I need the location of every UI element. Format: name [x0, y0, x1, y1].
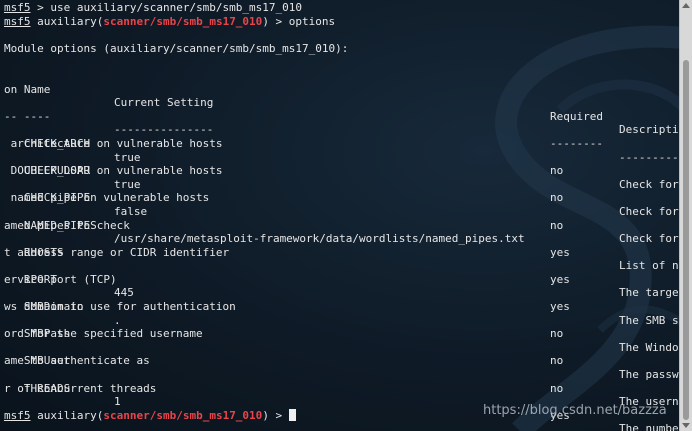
option-description-wrap: ame to authenticate as [4, 354, 150, 368]
option-description-wrap: named pipe on vulnerable hosts [4, 191, 210, 205]
options-command-text: > options [268, 14, 336, 28]
option-description-wrap: architecture on vulnerable hosts [4, 136, 223, 150]
option-description-wrap: t address range or CIDR identifier [4, 245, 230, 259]
table-row: CHECK_DOPU true no Check for [4, 151, 679, 218]
module-path: scanner/smb/smb_ms17_010 [103, 408, 263, 422]
table-row: NAMED_PIPES /usr/share/metasploit-framew… [4, 205, 679, 273]
option-description-wrap: ervice port (TCP) [4, 272, 117, 286]
options-table-body: CHECK_ARCH true no Check for architectur… [4, 123, 679, 431]
use-command-text: > use auxiliary/scanner/smb/smb_ms17_010 [30, 1, 303, 14]
module-context-suffix: ) [262, 14, 269, 28]
msf-prompt-label: msf5 [4, 1, 31, 14]
option-description-wrap: ord for the specified username [4, 327, 203, 341]
prompt-arrow: > [268, 408, 289, 422]
table-row: CHECK_ARCH true no Check for [4, 123, 679, 191]
scroll-up-icon[interactable] [682, 3, 690, 8]
table-header-underline: ---- --------------- -------- ---------- [4, 96, 685, 164]
blog-watermark: https://blog.csdn.net/bazzza [483, 403, 667, 418]
table-row: RHOSTS yes The targe [4, 232, 679, 300]
underline-wrap: -- [4, 109, 18, 123]
table-row: SMBDomain . no The Windo [4, 286, 679, 354]
terminal-output: msf5 > use auxiliary/scanner/smb/smb_ms1… [4, 1, 685, 431]
option-description-wrap: ws domain to use for authentication [4, 300, 236, 314]
option-description-wrap: amed pipes to check [4, 218, 130, 232]
module-path: scanner/smb/smb_ms17_010 [103, 14, 263, 28]
command-line-use: msf5 > use auxiliary/scanner/smb/smb_ms1… [4, 1, 678, 15]
table-row: CHECK_PIPE false no Check for [4, 178, 679, 245]
table-row: THREADS 1 yes The numbe [4, 368, 679, 431]
option-description-wrap: DOUBLEPULSAR on vulnerable hosts [4, 164, 223, 178]
text-cursor[interactable] [288, 408, 296, 421]
table-row: SMBUser no The usern [4, 341, 679, 408]
vertical-scrollbar[interactable] [679, 0, 692, 431]
command-line-options: msf5 auxiliary(scanner/smb/smb_ms17_010)… [4, 15, 678, 29]
module-options-heading: Module options (auxiliary/scanner/smb/sm… [4, 41, 349, 55]
option-description: The numbe [619, 422, 679, 431]
header-wrap: on [4, 82, 18, 96]
scroll-down-icon[interactable] [682, 423, 690, 428]
table-row: SMBPass no The passw [4, 314, 679, 381]
table-header: Name Current Setting Required Descripti [4, 69, 679, 137]
msf-prompt-label: msf5 [4, 14, 31, 28]
module-context-prefix: auxiliary( [30, 14, 104, 28]
table-row: RPORT 445 yes The SMB s [4, 259, 679, 327]
option-description-wrap: r of concurrent threads [4, 381, 157, 395]
msf-prompt-label: msf5 [4, 408, 31, 422]
module-context-suffix: ) [262, 408, 269, 422]
terminal-window[interactable]: msf5 > use auxiliary/scanner/smb/smb_ms1… [0, 0, 692, 431]
scrollbar-thumb[interactable] [683, 60, 689, 420]
module-context-prefix: auxiliary( [30, 408, 104, 422]
